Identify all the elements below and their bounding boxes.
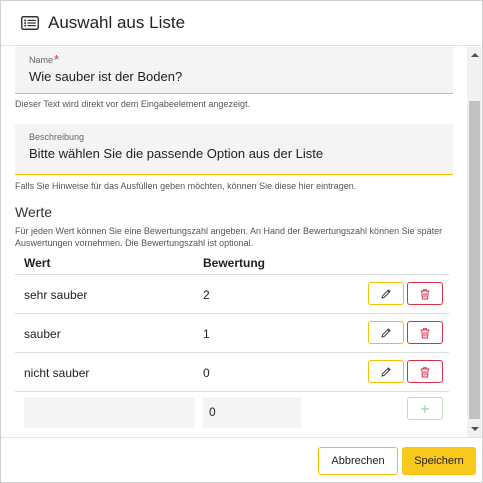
wert-cell: sehr sauber — [24, 288, 88, 302]
new-bewertung-input[interactable]: 0 — [203, 397, 301, 428]
pencil-icon — [381, 288, 391, 299]
scrollbar-thumb[interactable] — [469, 101, 480, 419]
delete-button[interactable] — [407, 360, 443, 383]
pencil-icon — [381, 366, 391, 377]
wert-cell: sauber — [24, 327, 61, 341]
dialog-body: Name * Wie sauber ist der Boden? Dieser … — [1, 47, 467, 437]
bewertung-cell: 1 — [203, 327, 210, 341]
name-field[interactable]: Name * Wie sauber ist der Boden? — [15, 47, 453, 94]
edit-button[interactable] — [368, 360, 404, 383]
bewertung-cell: 0 — [203, 366, 210, 380]
pencil-icon — [381, 327, 391, 338]
dialog-footer: Abbrechen Speichern — [1, 437, 482, 482]
table-row: sauber 1 — [15, 314, 449, 353]
new-wert-input[interactable] — [24, 397, 195, 428]
values-section-title: Werte — [15, 204, 53, 220]
name-field-hint: Dieser Text wird direkt vor dem Eingabee… — [15, 99, 250, 109]
description-field[interactable]: Beschreibung Bitte wählen Sie die passen… — [15, 124, 453, 175]
delete-button[interactable] — [407, 321, 443, 344]
description-field-hint: Falls Sie Hinweise für das Ausfüllen geb… — [15, 181, 357, 191]
trash-icon — [420, 327, 430, 338]
wert-cell: nicht sauber — [24, 366, 90, 380]
scrollbar[interactable] — [467, 47, 482, 437]
plus-icon — [421, 404, 429, 413]
edit-button[interactable] — [368, 321, 404, 344]
column-header-bewertung: Bewertung — [203, 256, 266, 270]
trash-icon — [420, 288, 430, 299]
name-field-label: Name — [29, 55, 54, 65]
list-icon — [21, 16, 39, 30]
trash-icon — [420, 366, 430, 377]
new-value-row: 0 — [15, 397, 449, 437]
dialog-header: Auswahl aus Liste — [1, 1, 482, 46]
dialog-title: Auswahl aus Liste — [48, 13, 186, 32]
name-field-value[interactable]: Wie sauber ist der Boden? — [29, 69, 453, 84]
dialog: Auswahl aus Liste Name * Wie sauber ist … — [0, 0, 483, 483]
required-mark: * — [54, 52, 60, 67]
delete-button[interactable] — [407, 282, 443, 305]
column-header-wert: Wert — [24, 256, 51, 270]
scroll-down-arrow-icon[interactable] — [471, 427, 479, 431]
description-field-label: Beschreibung — [29, 132, 85, 142]
description-field-value[interactable]: Bitte wählen Sie die passende Option aus… — [29, 146, 453, 161]
add-value-button[interactable] — [407, 397, 443, 420]
scroll-up-arrow-icon[interactable] — [471, 53, 479, 57]
values-section-description: Für jeden Wert können Sie eine Bewertung… — [15, 226, 443, 248]
bewertung-cell: 2 — [203, 288, 210, 302]
save-button[interactable]: Speichern — [402, 447, 476, 475]
cancel-button[interactable]: Abbrechen — [318, 447, 398, 475]
table-row: sehr sauber 2 — [15, 275, 449, 314]
edit-button[interactable] — [368, 282, 404, 305]
values-table-header: Wert Bewertung — [15, 251, 449, 275]
table-row: nicht sauber 0 — [15, 353, 449, 392]
